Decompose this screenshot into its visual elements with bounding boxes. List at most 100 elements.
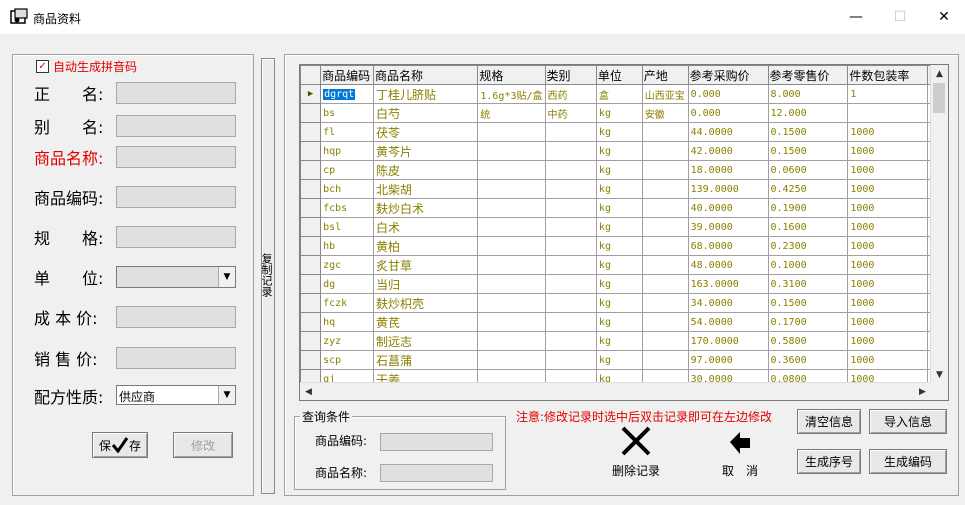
table-row[interactable]: hq 黄芪 kg 54.0000 0.1700 1000	[300, 312, 948, 332]
table-cell[interactable]	[544, 160, 597, 180]
table-cell[interactable]: 40.0000	[687, 198, 769, 218]
table-cell[interactable]	[477, 255, 546, 275]
column-header[interactable]: 类别	[544, 65, 597, 85]
table-cell[interactable]: 0.000	[687, 84, 769, 104]
scroll-right-icon[interactable]: ▶	[914, 383, 931, 400]
table-cell[interactable]: 黄芩片	[372, 141, 479, 161]
table-cell[interactable]: 0.0600	[767, 160, 849, 180]
close-button[interactable]: ✕	[921, 0, 965, 34]
table-cell[interactable]	[641, 312, 689, 332]
table-cell[interactable]: 石菖蒲	[372, 350, 479, 370]
table-cell[interactable]	[641, 293, 689, 313]
product-grid[interactable]: 商品编码商品名称规格类别单位产地参考采购价参考零售价件数包装率最 ▶dgrqt丁…	[299, 64, 949, 401]
table-cell[interactable]	[544, 141, 597, 161]
table-cell[interactable]: 163.0000	[687, 274, 769, 294]
table-cell[interactable]: hqp	[320, 141, 374, 161]
table-cell[interactable]	[641, 198, 689, 218]
table-cell[interactable]: 44.0000	[687, 122, 769, 142]
table-cell[interactable]	[544, 350, 597, 370]
table-cell[interactable]: 1000	[847, 255, 929, 275]
table-cell[interactable]	[477, 274, 546, 294]
table-cell[interactable]: hq	[320, 312, 374, 332]
table-cell[interactable]	[641, 331, 689, 351]
table-cell[interactable]: 黄柏	[372, 236, 479, 256]
table-cell[interactable]: 12.000	[767, 103, 849, 123]
table-cell[interactable]: 白芍	[372, 103, 479, 123]
table-cell[interactable]	[641, 255, 689, 275]
vertical-scrollbar[interactable]: ▲ ▼	[930, 65, 948, 383]
zheng-ming-field[interactable]	[116, 82, 236, 104]
table-cell[interactable]	[544, 122, 597, 142]
table-row[interactable]: ▶ dgrqt 丁桂儿脐贴 1.6g*3贴/盒 西药盒山西亚宝 0.000 8.000 1	[300, 84, 948, 104]
clear-info-button[interactable]: 清空信息	[797, 409, 861, 434]
table-row[interactable]: zyz 制远志 kg 170.0000 0.5800 1000	[300, 331, 948, 351]
table-cell[interactable]: kg	[595, 331, 643, 351]
table-cell[interactable]: cp	[320, 160, 374, 180]
table-cell[interactable]: 白术	[372, 217, 479, 237]
table-cell[interactable]: fczk	[320, 293, 374, 313]
table-cell[interactable]: bs	[320, 103, 374, 123]
table-cell[interactable]: 北柴胡	[372, 179, 479, 199]
table-row[interactable]: fl 茯苓 kg 44.0000 0.1500 1000	[300, 122, 948, 142]
table-cell[interactable]	[544, 274, 597, 294]
table-cell[interactable]: 1000	[847, 293, 929, 313]
table-cell[interactable]: 0.3600	[767, 350, 849, 370]
table-cell[interactable]: 西药	[544, 84, 597, 104]
table-cell[interactable]	[477, 198, 546, 218]
table-cell[interactable]: zyz	[320, 331, 374, 351]
table-cell[interactable]: zgc	[320, 255, 374, 275]
table-cell[interactable]	[641, 160, 689, 180]
table-cell[interactable]	[477, 160, 546, 180]
table-cell[interactable]: 0.1500	[767, 293, 849, 313]
table-cell[interactable]	[641, 217, 689, 237]
gen-code-button[interactable]: 生成编码	[869, 449, 947, 474]
table-row[interactable]: dg 当归 kg 163.0000 0.3100 1000	[300, 274, 948, 294]
table-cell[interactable]: 0.1700	[767, 312, 849, 332]
column-header[interactable]: 商品编码	[320, 65, 374, 85]
table-cell[interactable]: bsl	[320, 217, 374, 237]
table-cell[interactable]: 1.6g*3贴/盒	[477, 84, 546, 104]
table-cell[interactable]: bch	[320, 179, 374, 199]
table-cell[interactable]	[477, 331, 546, 351]
table-cell[interactable]: 0.3100	[767, 274, 849, 294]
table-row[interactable]: fcbs 麸炒白术 kg 40.0000 0.1900 1000	[300, 198, 948, 218]
table-cell[interactable]	[477, 312, 546, 332]
chevron-down-icon[interactable]: ▼	[218, 386, 235, 404]
table-cell[interactable]: 34.0000	[687, 293, 769, 313]
table-cell[interactable]: 139.0000	[687, 179, 769, 199]
table-cell[interactable]	[477, 217, 546, 237]
table-cell[interactable]	[544, 312, 597, 332]
table-cell[interactable]: 1000	[847, 198, 929, 218]
formula-type-select[interactable]: 供应商 ▼	[116, 385, 236, 405]
table-cell[interactable]: scp	[320, 350, 374, 370]
table-cell[interactable]: 1000	[847, 217, 929, 237]
table-cell[interactable]	[641, 236, 689, 256]
column-header[interactable]: 规格	[477, 65, 546, 85]
table-cell[interactable]: 0.000	[687, 103, 769, 123]
table-cell[interactable]	[477, 236, 546, 256]
modify-button[interactable]: 修改	[173, 432, 233, 458]
bie-ming-field[interactable]	[116, 115, 236, 137]
query-name-field[interactable]	[380, 464, 493, 482]
column-header[interactable]: 商品名称	[372, 65, 479, 85]
table-cell[interactable]: kg	[595, 179, 643, 199]
scroll-up-icon[interactable]: ▲	[931, 65, 948, 82]
table-cell[interactable]	[477, 122, 546, 142]
table-cell[interactable]	[641, 274, 689, 294]
table-cell[interactable]: 1000	[847, 160, 929, 180]
table-cell[interactable]: dg	[320, 274, 374, 294]
copy-record-button[interactable]: 复制记录	[260, 58, 275, 494]
table-cell[interactable]: 炙甘草	[372, 255, 479, 275]
column-header[interactable]: 产地	[641, 65, 689, 85]
table-cell[interactable]: kg	[595, 293, 643, 313]
table-cell[interactable]: 黄芪	[372, 312, 479, 332]
table-cell[interactable]: 0.1000	[767, 255, 849, 275]
table-cell[interactable]: 0.4250	[767, 179, 849, 199]
table-cell[interactable]: 1	[847, 84, 929, 104]
table-cell[interactable]: 1000	[847, 274, 929, 294]
import-info-button[interactable]: 导入信息	[869, 409, 947, 434]
table-cell[interactable]	[641, 141, 689, 161]
table-cell[interactable]	[477, 350, 546, 370]
product-name-field[interactable]	[116, 146, 236, 168]
table-cell[interactable]: 170.0000	[687, 331, 769, 351]
